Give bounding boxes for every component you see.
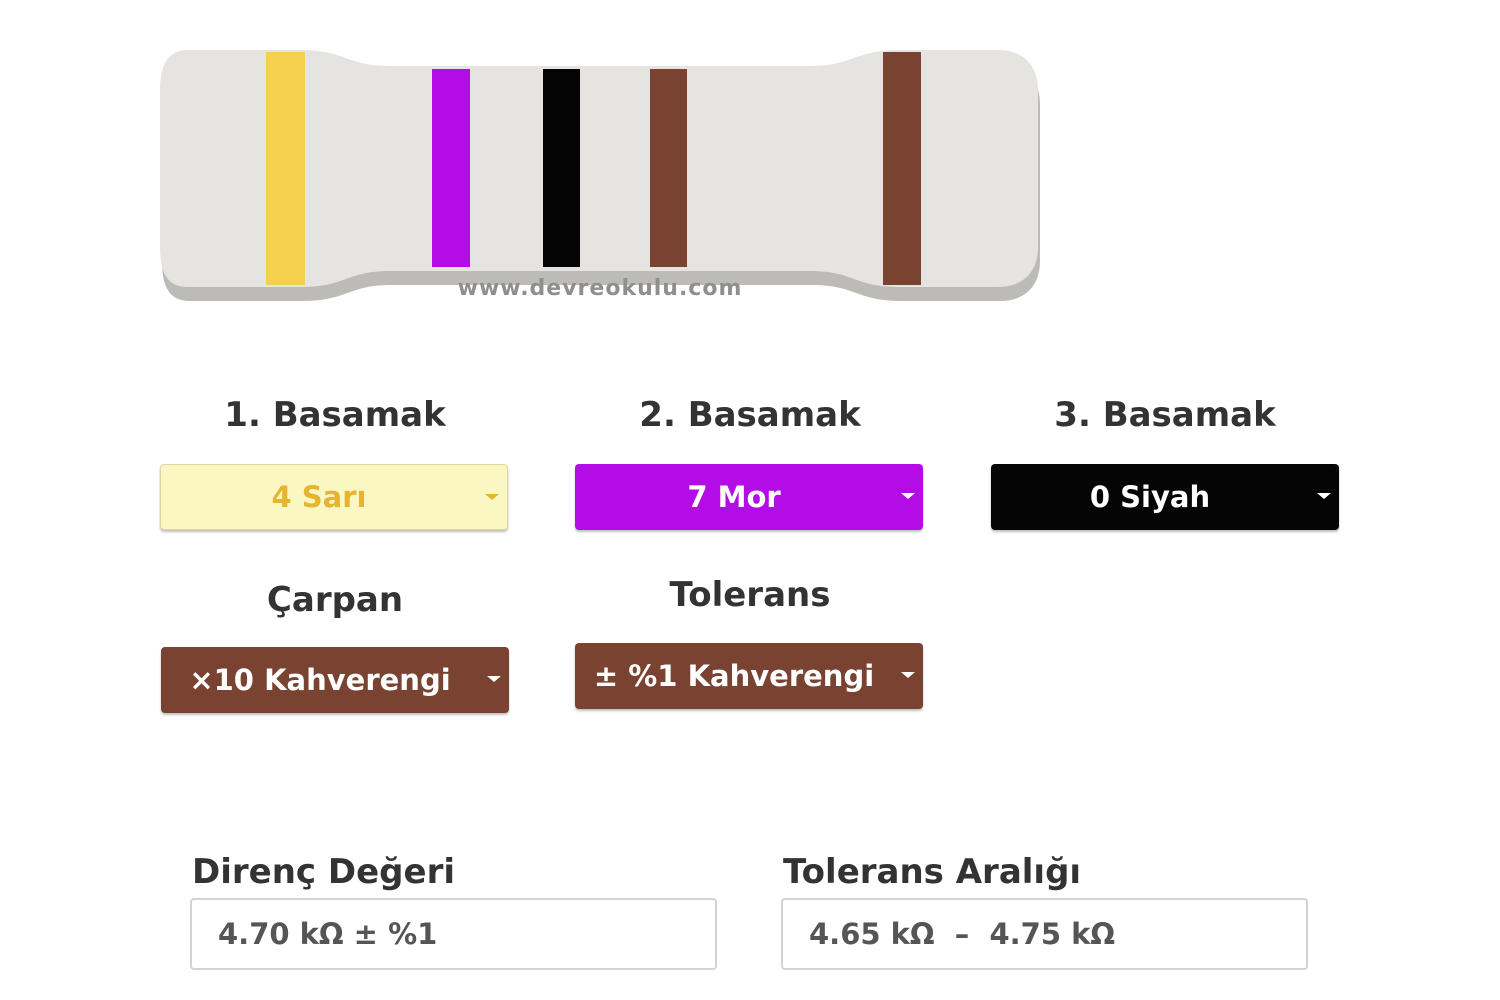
third-digit-select[interactable]: 0 Siyah — [991, 464, 1339, 530]
chevron-down-icon — [487, 676, 501, 682]
first-digit-label: 1. Basamak — [224, 395, 446, 435]
multiplier-value: ×10 Kahverengi — [189, 663, 451, 697]
chevron-down-icon — [485, 494, 499, 500]
third-digit-label: 3. Basamak — [1054, 395, 1276, 435]
resistance-value-field[interactable]: 4.70 kΩ ± %1 — [190, 898, 717, 970]
third-digit-value: 0 Siyah — [1089, 480, 1211, 514]
resistor-svg — [160, 50, 1040, 301]
chevron-down-icon — [1317, 493, 1331, 499]
tolerance-select[interactable]: ± %1 Kahverengi — [575, 643, 923, 709]
band-multiplier — [650, 69, 687, 267]
chevron-down-icon — [901, 493, 915, 499]
second-digit-label: 2. Basamak — [639, 395, 861, 435]
band-2 — [432, 69, 470, 267]
multiplier-label: Çarpan — [266, 580, 404, 620]
tolerance-range-field[interactable]: 4.65 kΩ – 4.75 kΩ — [781, 898, 1308, 970]
band-tolerance — [883, 52, 921, 285]
first-digit-value: 4 Sarı — [271, 480, 367, 514]
first-digit-select[interactable]: 4 Sarı — [160, 464, 508, 530]
resistance-value-label: Direnç Değeri — [192, 852, 456, 892]
second-digit-select[interactable]: 7 Mor — [575, 464, 923, 530]
tolerance-range-label: Tolerans Aralığı — [783, 852, 1082, 892]
band-1 — [266, 52, 305, 285]
second-digit-value: 7 Mor — [687, 480, 781, 514]
chevron-down-icon — [901, 672, 915, 678]
watermark-text: www.devreokulu.com — [457, 276, 743, 301]
band-3 — [543, 69, 580, 267]
resistor-graphic: www.devreokulu.com — [150, 40, 1050, 310]
multiplier-select[interactable]: ×10 Kahverengi — [161, 647, 509, 713]
tolerance-value: ± %1 Kahverengi — [593, 659, 875, 693]
tolerance-label: Tolerans — [669, 575, 831, 615]
